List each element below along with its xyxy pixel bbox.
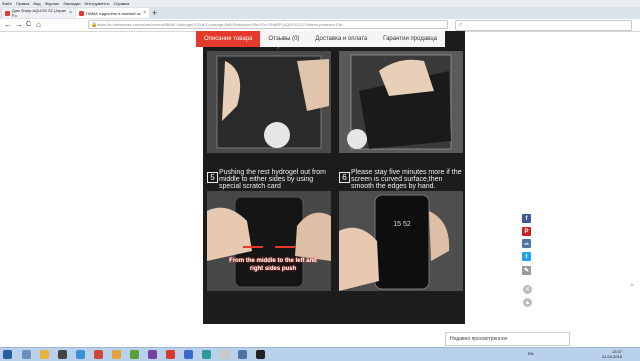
menu-view[interactable]: Вид <box>33 1 40 6</box>
url-text: https://ru.aliexpress.com/store/product/… <box>97 22 344 27</box>
step-number-6: 6 <box>339 172 350 183</box>
close-icon[interactable]: ✕ <box>523 285 532 294</box>
step-5-text: Pushing the rest hydrogel out from middl… <box>219 169 327 190</box>
step-photo <box>339 51 463 153</box>
aliexpress-favicon-icon <box>79 10 84 16</box>
taskbar-app-icon[interactable] <box>76 350 85 359</box>
menu-bookmarks[interactable]: Закладки <box>63 1 80 6</box>
tab-title: ПИМА гидрогель в полный ос <box>86 10 141 16</box>
tab-shipping[interactable]: Доставка и оплата <box>307 31 376 47</box>
forward-button[interactable]: → <box>15 19 23 31</box>
menu-history[interactable]: Журнал <box>45 1 60 6</box>
step-6-text: Please stay five minutes more if the scr… <box>351 169 462 190</box>
facebook-icon[interactable]: f <box>522 214 531 223</box>
taskbar-app-icon[interactable] <box>112 350 121 359</box>
step-photo: 15 52 <box>339 191 463 291</box>
phone-clock: 15 52 <box>393 221 411 228</box>
taskbar-app-icon[interactable] <box>40 350 49 359</box>
back-button[interactable]: ← <box>4 19 12 31</box>
search-input[interactable]: ⌕ <box>455 20 632 31</box>
system-clock[interactable]: 13:37 21.04.2018 <box>602 349 622 359</box>
photo-overlay-text: From the middle to the left and right si… <box>229 258 317 272</box>
taskbar-app-icon[interactable] <box>184 350 193 359</box>
step-photo <box>207 51 331 153</box>
browser-tab-active[interactable]: ПИМА гидрогель в полный ос × <box>76 8 149 18</box>
taskbar-app-icon[interactable] <box>22 350 31 359</box>
tab-description[interactable]: Описание товара <box>196 31 261 47</box>
twitter-icon[interactable]: t <box>522 252 531 261</box>
step-photo: From the middle to the left and right si… <box>207 191 331 291</box>
tab-title: Дом Sharp AQUOS S2 (Japan Fo <box>12 8 67 18</box>
url-bar[interactable]: 🔒 https://ru.aliexpress.com/store/produc… <box>88 20 448 29</box>
pinterest-icon[interactable]: P <box>522 227 531 236</box>
vk-icon[interactable]: vk <box>522 239 531 248</box>
start-icon[interactable] <box>3 350 12 359</box>
taskbar-app-icon[interactable] <box>220 350 229 359</box>
recently-viewed-label: Недавно просмотренное <box>450 336 508 342</box>
edit-icon[interactable]: ✎ <box>522 266 531 275</box>
taskbar-app-icon[interactable] <box>256 350 265 359</box>
scroll-up-icon[interactable]: ⌃ <box>629 283 635 291</box>
taskbar-app-icon[interactable] <box>130 350 139 359</box>
clock-date: 21.04.2018 <box>601 354 622 359</box>
taskbar-app-icon[interactable] <box>94 350 103 359</box>
close-tab-icon[interactable]: × <box>69 10 72 16</box>
menu-help[interactable]: Справка <box>113 1 129 6</box>
browser-tab[interactable]: Дом Sharp AQUOS S2 (Japan Fo × <box>2 8 75 18</box>
product-description-image: lines on the corners) confirmed 5 Pushin… <box>203 31 465 324</box>
menu-edit[interactable]: Правка <box>16 1 30 6</box>
language-indicator[interactable]: EN <box>528 351 534 356</box>
taskbar-app-icon[interactable] <box>202 350 211 359</box>
search-icon: ⌕ <box>459 22 463 28</box>
home-button[interactable]: ⌂ <box>36 19 41 31</box>
menu-file[interactable]: Файл <box>2 1 12 6</box>
taskbar-app-icon[interactable] <box>238 350 247 359</box>
reload-button[interactable]: C <box>26 19 31 31</box>
product-tabs: Описание товара Отзывы (0) Доставка и оп… <box>196 31 446 47</box>
tab-reviews[interactable]: Отзывы (0) <box>260 31 308 47</box>
taskbar-app-icon[interactable] <box>166 350 175 359</box>
menu-tools[interactable]: Инструменты <box>85 1 110 6</box>
close-tab-icon[interactable]: × <box>143 10 146 16</box>
tab-strip: Дом Sharp AQUOS S2 (Japan Fo × ПИМА гидр… <box>0 7 640 19</box>
step-number-5: 5 <box>207 172 218 183</box>
aliexpress-favicon-icon <box>5 10 10 16</box>
taskbar-app-icon[interactable] <box>58 350 67 359</box>
menu-bar: Файл Правка Вид Журнал Закладки Инструме… <box>0 0 640 7</box>
lock-icon: 🔒 <box>91 22 98 28</box>
recently-viewed-bar[interactable]: Недавно просмотренное <box>445 332 570 346</box>
tab-guarantees[interactable]: Гарантии продавца <box>375 31 446 47</box>
taskbar: EN 13:37 21.04.2018 <box>0 347 640 361</box>
scroll-top-icon[interactable]: ▲ <box>523 298 532 307</box>
taskbar-app-icon[interactable] <box>148 350 157 359</box>
new-tab-button[interactable]: + <box>152 8 157 18</box>
